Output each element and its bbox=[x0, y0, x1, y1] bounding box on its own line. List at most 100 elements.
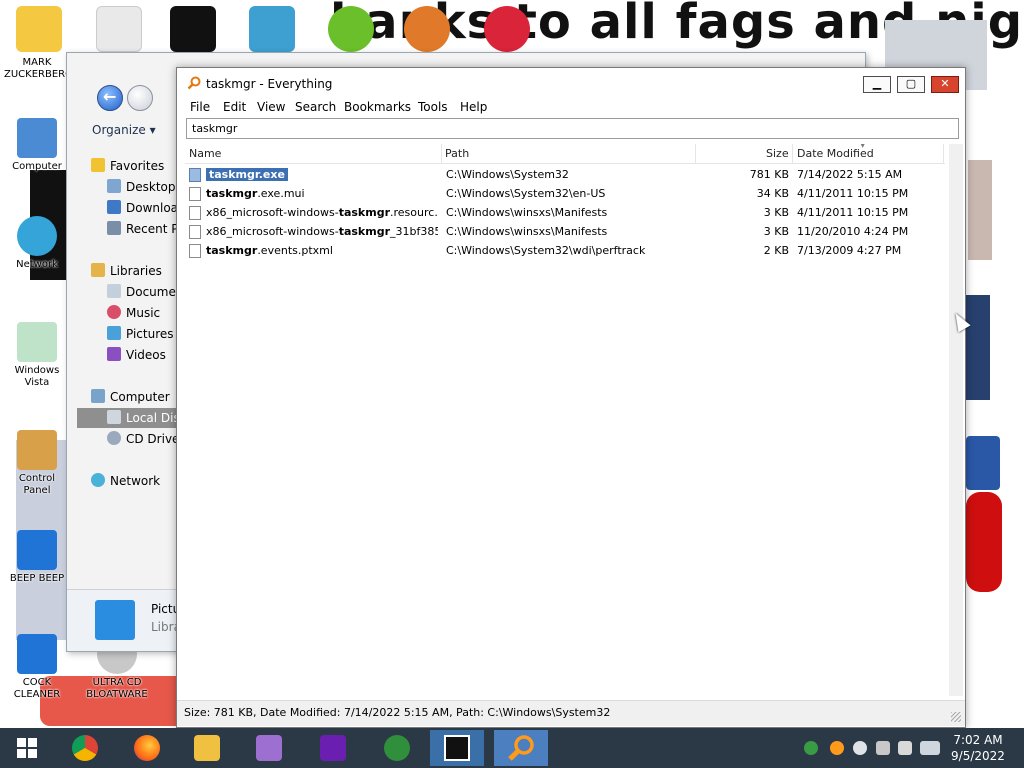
table-row[interactable]: x86_microsoft-windows-taskmgr_31bf385...… bbox=[185, 223, 945, 242]
file-size: 34 KB bbox=[756, 187, 789, 200]
table-row[interactable]: taskmgr.events.ptxml C:\Windows\System32… bbox=[185, 242, 945, 261]
menu-bookmarks[interactable]: Bookmarks bbox=[344, 100, 411, 114]
pictures-icon bbox=[107, 326, 121, 340]
everything-window[interactable]: taskmgr - Everything ▁ ▢ ✕ File Edit Vie… bbox=[176, 67, 966, 728]
cd-icon bbox=[107, 431, 121, 445]
window-title: taskmgr - Everything bbox=[206, 77, 333, 91]
desktop-shortcut-recycle[interactable]: Windows Vista bbox=[4, 322, 70, 389]
desktop-icon bbox=[107, 179, 121, 193]
column-divider[interactable] bbox=[441, 144, 442, 164]
angry-birds-icon[interactable] bbox=[328, 6, 374, 52]
folder-icon[interactable] bbox=[16, 6, 62, 52]
desktop-shortcut-computer[interactable]: Computer bbox=[4, 118, 70, 173]
results-list[interactable]: Name Path Size Date Modified ▼ taskmgr.e… bbox=[185, 144, 961, 696]
tray-flag-icon[interactable] bbox=[898, 741, 912, 755]
file-icon bbox=[189, 206, 201, 220]
control-panel-icon bbox=[17, 430, 57, 470]
search-input[interactable]: taskmgr bbox=[186, 118, 959, 139]
tray-search-icon[interactable] bbox=[830, 741, 844, 755]
tray-volume-icon[interactable] bbox=[926, 741, 940, 755]
wallpaper-image bbox=[966, 295, 990, 400]
column-header-name[interactable]: Name bbox=[189, 147, 221, 160]
star-icon bbox=[91, 158, 105, 172]
title-bar[interactable]: taskmgr - Everything ▁ ▢ ✕ bbox=[177, 68, 965, 98]
organize-menu[interactable]: Organize ▾ bbox=[92, 123, 156, 137]
file-name: taskmgr.exe bbox=[206, 168, 288, 181]
minimize-button[interactable]: ▁ bbox=[863, 76, 891, 93]
paint-icon bbox=[256, 735, 282, 761]
taskbar-paint[interactable] bbox=[242, 730, 296, 766]
file-date: 4/11/2011 10:15 PM bbox=[797, 187, 909, 200]
pp-logo-icon[interactable] bbox=[404, 6, 450, 52]
column-header-path[interactable]: Path bbox=[445, 147, 469, 160]
file-path: C:\Windows\System32\en-US bbox=[446, 187, 606, 200]
file-icon bbox=[189, 244, 201, 258]
file-path: C:\Windows\winsxs\Manifests bbox=[446, 225, 608, 238]
desktop-shortcut-cleaner[interactable]: COCK CLEANER bbox=[4, 634, 70, 701]
taskbar-chrome[interactable] bbox=[58, 730, 112, 766]
devcpp-icon[interactable] bbox=[484, 6, 530, 52]
command-prompt-icon[interactable] bbox=[170, 6, 216, 52]
file-name: taskmgr.exe.mui bbox=[206, 187, 305, 200]
column-divider[interactable] bbox=[943, 144, 944, 164]
table-row[interactable]: x86_microsoft-windows-taskmgr.resourc...… bbox=[185, 204, 945, 223]
file-name: x86_microsoft-windows-taskmgr.resourc... bbox=[206, 206, 438, 219]
taskbar-everything[interactable] bbox=[494, 730, 548, 766]
menu-tools[interactable]: Tools bbox=[418, 100, 448, 114]
file-icon bbox=[189, 187, 201, 201]
table-row[interactable]: taskmgr.exe.mui C:\Windows\System32\en-U… bbox=[185, 185, 945, 204]
firefox-icon bbox=[134, 735, 160, 761]
desktop-shortcut-network[interactable]: Network bbox=[4, 216, 70, 271]
desktop-shortcut-beep[interactable]: BEEP BEEP bbox=[4, 530, 70, 585]
column-header-row: Name Path Size Date Modified ▼ bbox=[185, 144, 945, 164]
app-icon bbox=[17, 530, 57, 570]
menu-help[interactable]: Help bbox=[460, 100, 487, 114]
yahoo-messenger-icon bbox=[320, 735, 346, 761]
shortcut-label: MARK ZUCKERBERG bbox=[4, 57, 73, 80]
system-clock[interactable]: 7:02 AM 9/5/2022 bbox=[942, 732, 1014, 764]
menu-search[interactable]: Search bbox=[295, 100, 336, 114]
taskbar-yahoo[interactable] bbox=[306, 730, 360, 766]
files-icon[interactable] bbox=[249, 6, 295, 52]
forward-button[interactable] bbox=[127, 85, 153, 111]
network-globe-icon bbox=[17, 216, 57, 256]
file-name: x86_microsoft-windows-taskmgr_31bf385... bbox=[206, 225, 438, 238]
file-path: C:\Windows\System32 bbox=[446, 168, 569, 181]
file-icon bbox=[189, 225, 201, 239]
file-size: 3 KB bbox=[763, 225, 789, 238]
menu-bar: File Edit View Search Bookmarks Tools He… bbox=[177, 98, 965, 118]
column-divider[interactable] bbox=[695, 144, 696, 164]
vertical-scrollbar[interactable] bbox=[949, 144, 963, 696]
explorer-toolbar: Organize ▾ bbox=[67, 53, 177, 153]
taskbar-firefox[interactable] bbox=[120, 730, 174, 766]
wallpaper-image bbox=[966, 492, 1002, 592]
taskbar-file-explorer[interactable] bbox=[180, 730, 234, 766]
taskbar-download-manager[interactable] bbox=[370, 730, 424, 766]
taskbar-7zip[interactable] bbox=[430, 730, 484, 766]
tray-download-icon[interactable] bbox=[804, 741, 818, 755]
table-row[interactable]: taskmgr.exe C:\Windows\System32 781 KB 7… bbox=[185, 166, 945, 185]
menu-view[interactable]: View bbox=[257, 100, 285, 114]
library-icon bbox=[91, 263, 105, 277]
column-header-size[interactable]: Size bbox=[766, 147, 789, 160]
explorer-navigation-pane: Favorites Desktop Downloads Recent Place… bbox=[77, 153, 207, 593]
back-button[interactable] bbox=[97, 85, 123, 111]
desktop-shortcut[interactable]: MARK ZUCKERBERG bbox=[4, 57, 73, 81]
shortcut-label: Control Panel bbox=[18, 473, 56, 496]
shortcut-label: ULTRA CD BLOATWARE bbox=[86, 677, 148, 700]
file-path: C:\Windows\winsxs\Manifests bbox=[446, 206, 608, 219]
menu-edit[interactable]: Edit bbox=[223, 100, 246, 114]
tray-status-icon[interactable] bbox=[853, 741, 867, 755]
column-divider[interactable] bbox=[792, 144, 793, 164]
computer-icon bbox=[91, 389, 105, 403]
desktop-shortcut-control-panel[interactable]: Control Panel bbox=[4, 430, 70, 497]
close-button[interactable]: ✕ bbox=[931, 76, 959, 93]
download-icon bbox=[107, 200, 121, 214]
start-button[interactable] bbox=[0, 730, 54, 766]
tray-app-icon[interactable] bbox=[876, 741, 890, 755]
resize-grip-icon[interactable] bbox=[951, 712, 961, 722]
menu-file[interactable]: File bbox=[190, 100, 210, 114]
settings-file-icon[interactable] bbox=[96, 6, 142, 52]
maximize-button[interactable]: ▢ bbox=[897, 76, 925, 93]
sidebar-item-local-disk[interactable]: Local Disk bbox=[77, 408, 177, 428]
